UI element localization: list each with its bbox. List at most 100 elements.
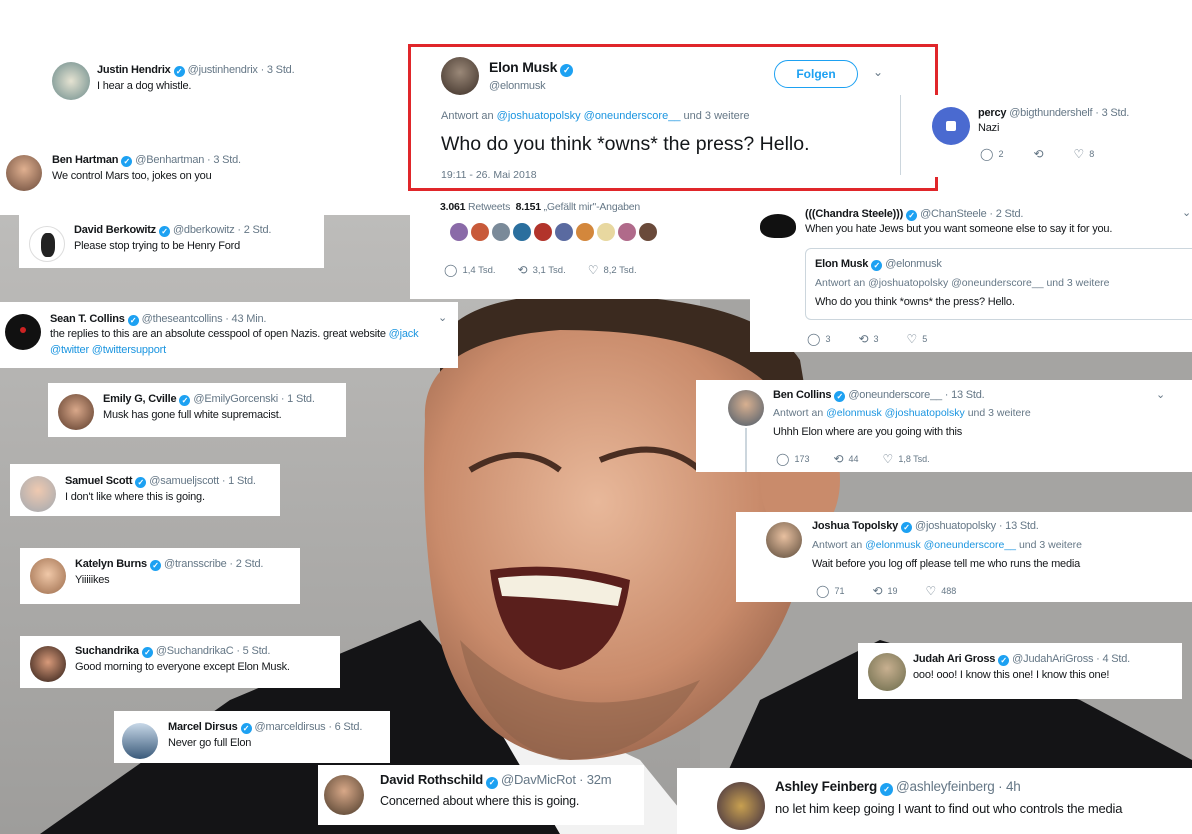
tweet-actions: ◯ 71 ⟲ 19 ♡ 488 bbox=[816, 584, 956, 598]
tweet-card[interactable]: Samuel Scott ✓ @samueljscott · 1 Std. I do… bbox=[10, 464, 280, 516]
avatar[interactable] bbox=[868, 653, 906, 691]
avatar[interactable] bbox=[450, 223, 468, 241]
heart-icon[interactable]: ♡ bbox=[926, 584, 937, 598]
author-name[interactable]: Ben Hartman ✓ @Benhartman · 3 Std. bbox=[52, 154, 241, 167]
author-name[interactable]: percy @bigthundershelf · 3 Std. bbox=[978, 107, 1129, 119]
avatar[interactable] bbox=[758, 206, 798, 246]
avatar[interactable] bbox=[324, 775, 364, 815]
tweet-text: Nazi bbox=[978, 122, 1000, 134]
follow-button[interactable]: Folgen bbox=[774, 60, 858, 88]
chevron-down-icon[interactable]: ⌄ bbox=[1156, 388, 1165, 401]
verified-badge-icon: ✓ bbox=[173, 66, 185, 77]
retweet-icon[interactable]: ⟲ bbox=[518, 263, 528, 277]
author-name[interactable]: David Berkowitz ✓ @dberkowitz · 2 Std. bbox=[74, 224, 271, 237]
avatar[interactable] bbox=[441, 57, 479, 95]
author-name[interactable]: Marcel Dirsus ✓ @marceldirsus · 6 Std. bbox=[168, 721, 362, 734]
heart-icon[interactable]: ♡ bbox=[883, 452, 894, 466]
retweet-icon[interactable]: ⟲ bbox=[833, 452, 843, 466]
retweet-icon[interactable]: ⟲ bbox=[858, 332, 868, 346]
avatar[interactable] bbox=[728, 390, 764, 426]
verified-badge-icon: ✓ bbox=[127, 315, 139, 326]
author-name[interactable]: Sean T. Collins ✓ @theseantcollins · 43 Mi… bbox=[50, 313, 266, 326]
chevron-down-icon[interactable]: ⌄ bbox=[438, 311, 447, 324]
author-name[interactable]: Samuel Scott ✓ @samueljscott · 1 Std. bbox=[65, 475, 256, 488]
tweet-text: Concerned about where this is going. bbox=[380, 794, 580, 808]
avatar[interactable] bbox=[597, 223, 615, 241]
tweet-card[interactable]: Katelyn Burns ✓ @transscribe · 2 Std. Yiii… bbox=[20, 548, 300, 604]
author-name[interactable]: Ashley Feinberg ✓ @ashleyfeinberg · 4h bbox=[775, 779, 1021, 796]
avatar[interactable] bbox=[766, 522, 802, 558]
tweet-card[interactable]: Joshua Topolsky ✓ @joshuatopolsky · 13 Std… bbox=[736, 512, 1192, 602]
avatar[interactable] bbox=[5, 314, 41, 350]
author-name[interactable]: Justin Hendrix ✓ @justinhendrix · 3 Std. bbox=[97, 64, 295, 77]
mention-link[interactable]: @jack bbox=[389, 328, 419, 340]
reply-icon[interactable]: ◯ bbox=[776, 452, 789, 466]
author-name[interactable]: Joshua Topolsky ✓ @joshuatopolsky · 13 Std… bbox=[812, 520, 1039, 533]
tweet-card[interactable]: Suchandrika ✓ @SuchandrikaC · 5 Std. Good … bbox=[20, 636, 340, 688]
author-handle[interactable]: @elonmusk bbox=[489, 80, 546, 92]
tweet-timestamp[interactable]: 19:11 - 26. Mai 2018 bbox=[441, 169, 537, 181]
author-name[interactable]: Judah Ari Gross ✓ @JudahAriGross · 4 Std. bbox=[913, 653, 1130, 666]
retweet-icon[interactable]: ⟲ bbox=[1033, 147, 1043, 161]
tweet-card[interactable]: Sean T. Collins ✓ @theseantcollins · 43 Mi… bbox=[0, 302, 458, 368]
tweet-card[interactable]: David Berkowitz ✓ @dberkowitz · 2 Std. Ple… bbox=[19, 214, 324, 268]
author-name[interactable]: Elon Musk ✓ bbox=[489, 59, 576, 77]
reply-icon[interactable]: ◯ bbox=[444, 263, 457, 277]
chevron-down-icon[interactable]: ⌄ bbox=[873, 65, 883, 79]
avatar[interactable] bbox=[534, 223, 552, 241]
avatar[interactable] bbox=[6, 155, 42, 191]
avatar[interactable] bbox=[20, 476, 56, 512]
tweet-card[interactable]: (((Chandra Steele))) ✓ @ChanSteele · 2 Std… bbox=[750, 198, 1192, 352]
tweet-text: Yiiiiikes bbox=[75, 574, 110, 586]
tweet-card[interactable]: David Rothschild ✓ @DavMicRot · 32m Concer… bbox=[318, 765, 644, 825]
avatar[interactable] bbox=[513, 223, 531, 241]
tweet-card[interactable]: Emily G, Cville ✓ @EmilyGorcenski · 1 Std.… bbox=[48, 383, 346, 437]
heart-icon[interactable]: ♡ bbox=[1074, 147, 1085, 161]
heart-icon[interactable]: ♡ bbox=[588, 263, 599, 277]
heart-icon[interactable]: ♡ bbox=[907, 332, 918, 346]
reply-users-link[interactable]: @elonmusk @joshuatopolsky bbox=[826, 407, 965, 419]
avatar[interactable] bbox=[576, 223, 594, 241]
avatar[interactable] bbox=[717, 782, 765, 830]
avatar[interactable] bbox=[30, 646, 66, 682]
author-name[interactable]: Suchandrika ✓ @SuchandrikaC · 5 Std. bbox=[75, 645, 270, 658]
avatar[interactable] bbox=[30, 558, 66, 594]
reply-icon[interactable]: ◯ bbox=[807, 332, 820, 346]
tweet-text: Uhhh Elon where are you going with this bbox=[773, 426, 963, 438]
avatar[interactable] bbox=[29, 226, 65, 262]
avatar[interactable] bbox=[555, 223, 573, 241]
chevron-down-icon[interactable]: ⌄ bbox=[1182, 206, 1191, 219]
avatar[interactable] bbox=[471, 223, 489, 241]
quoted-tweet[interactable]: Elon Musk ✓ @elonmusk Antwort an @joshuato… bbox=[805, 248, 1192, 320]
tweet-card[interactable]: Ben Collins ✓ @oneunderscore__ · 13 Std. ⌄… bbox=[696, 380, 1192, 472]
like-count: 5 bbox=[922, 334, 928, 344]
reply-users-link[interactable]: @elonmusk @oneunderscore__ bbox=[865, 539, 1016, 551]
author-name[interactable]: David Rothschild ✓ @DavMicRot · 32m bbox=[380, 772, 612, 789]
tweet-card[interactable]: percy @bigthundershelf · 3 Std. Nazi ◯ 2 … bbox=[900, 95, 1192, 177]
reply-icon[interactable]: ◯ bbox=[980, 147, 993, 161]
author-name[interactable]: (((Chandra Steele))) ✓ @ChanSteele · 2 Std… bbox=[805, 208, 1023, 221]
tweet-actions: ◯ 2 ⟲ ♡ 8 bbox=[980, 147, 1094, 161]
reply-users-link[interactable]: @joshuatopolsky @oneunderscore__ bbox=[497, 110, 681, 122]
avatar[interactable] bbox=[52, 62, 90, 100]
quoted-author: Elon Musk ✓ @elonmusk bbox=[815, 258, 942, 271]
tweet-card[interactable]: Marcel Dirsus ✓ @marceldirsus · 6 Std. Nev… bbox=[114, 711, 390, 763]
tweet-card[interactable]: Ashley Feinberg ✓ @ashleyfeinberg · 4h no … bbox=[677, 768, 1192, 834]
retweet-icon[interactable]: ⟲ bbox=[872, 584, 882, 598]
author-name[interactable]: Emily G, Cville ✓ @EmilyGorcenski · 1 Std. bbox=[103, 393, 315, 406]
avatar[interactable] bbox=[618, 223, 636, 241]
avatar[interactable] bbox=[58, 394, 94, 430]
verified-badge-icon: ✓ bbox=[121, 156, 133, 167]
liker-avatars[interactable] bbox=[450, 223, 657, 241]
author-name[interactable]: Ben Collins ✓ @oneunderscore__ · 13 Std. bbox=[773, 389, 985, 402]
author-name[interactable]: Katelyn Burns ✓ @transscribe · 2 Std. bbox=[75, 558, 263, 571]
avatar[interactable] bbox=[122, 723, 158, 759]
reply-icon[interactable]: ◯ bbox=[816, 584, 829, 598]
tweet-card[interactable]: Judah Ari Gross ✓ @JudahAriGross · 4 Std. … bbox=[858, 643, 1182, 699]
tweet-card[interactable]: Ben Hartman ✓ @Benhartman · 3 Std. We cont… bbox=[0, 143, 275, 195]
avatar[interactable] bbox=[932, 107, 970, 145]
mention-link[interactable]: @twitter @twittersupport bbox=[50, 344, 166, 356]
avatar[interactable] bbox=[492, 223, 510, 241]
tweet-card[interactable]: Justin Hendrix ✓ @justinhendrix · 3 Std. I… bbox=[40, 50, 310, 106]
avatar[interactable] bbox=[639, 223, 657, 241]
